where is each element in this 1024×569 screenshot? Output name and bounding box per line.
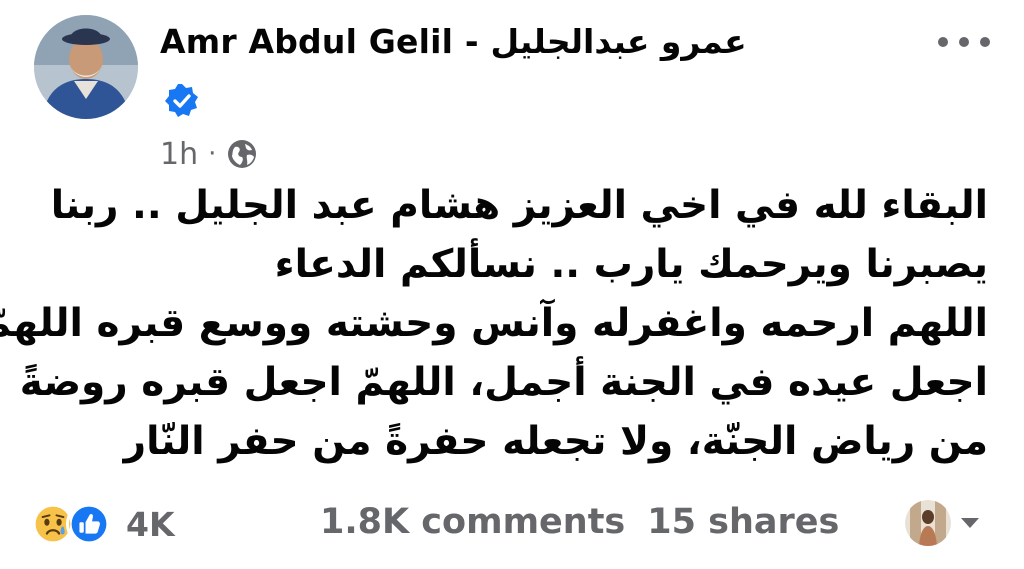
chevron-down-icon — [961, 518, 979, 528]
more-options-button[interactable] — [938, 22, 990, 62]
reactions-summary[interactable]: 4K — [30, 501, 175, 547]
post-footer: 4K 1.8K comments 15 shares — [0, 498, 1024, 552]
author-avatar[interactable] — [34, 15, 138, 119]
post-timestamp[interactable]: 1h — [160, 137, 198, 172]
like-thumb-icon — [66, 501, 112, 547]
meta-separator: · — [208, 139, 217, 169]
post-body: البقاء لله في اخي العزيز هشام عبد الجليل… — [0, 176, 988, 471]
more-dot — [938, 37, 948, 47]
reaction-count[interactable]: 4K — [126, 505, 175, 544]
verified-badge-icon — [163, 82, 201, 120]
viewer-avatar — [905, 500, 951, 546]
post-body-line: اجعل عيده في الجنة أجمل، اللهمّ اجعل قبر… — [19, 360, 988, 405]
facebook-post: Amr Abdul Gelil - عمرو عبدالجليل 1h · ال… — [0, 0, 1024, 569]
post-body-line: اللهم ارحمه واغفرله وآنس وحشته ووسع قبره… — [0, 301, 988, 346]
more-dot — [959, 37, 969, 47]
globe-icon[interactable] — [226, 138, 258, 170]
post-meta: 1h · — [160, 134, 258, 174]
post-body-line: من رياض الجنّة، ولا تجعله حفرةً من حفر ا… — [123, 419, 988, 464]
author-photo — [34, 15, 138, 119]
shares-count[interactable]: 15 shares — [647, 502, 839, 542]
author-name[interactable]: Amr Abdul Gelil - عمرو عبدالجليل — [160, 22, 747, 61]
more-dot — [980, 37, 990, 47]
viewer-reaction-selector[interactable] — [905, 500, 979, 546]
post-body-line: يصبرنا ويرحمك يارب .. نسألكم الدعاء — [274, 242, 988, 287]
post-body-line: البقاء لله في اخي العزيز هشام عبد الجليل… — [50, 183, 988, 228]
comments-count[interactable]: 1.8K comments — [320, 502, 625, 542]
engagement-counts: 1.8K comments 15 shares — [320, 502, 839, 542]
